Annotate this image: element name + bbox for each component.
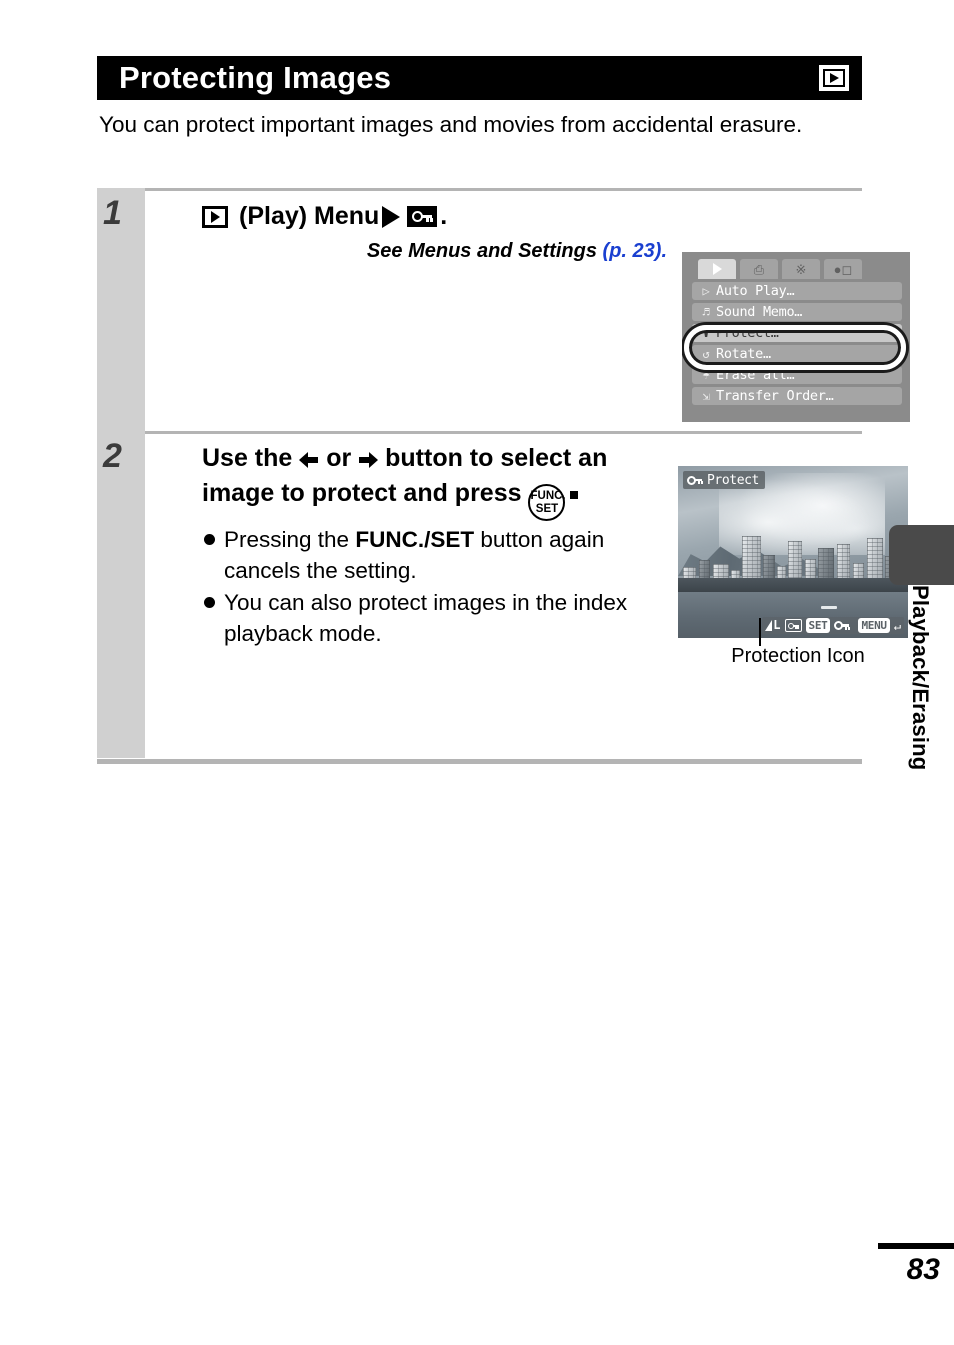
auto-play-icon: ▷	[702, 284, 710, 298]
camera-menu-screenshot: ⎙ ※ ●◻ ▷ Auto Play… ♬ Sound Memo… ⚰ Prot…	[682, 252, 910, 422]
step-1-heading: (Play) Menu .	[202, 202, 447, 231]
heading-period-square	[570, 491, 579, 499]
step-1-number-column: 1	[97, 188, 145, 431]
camera-tab-my-camera[interactable]: ●◻	[824, 259, 862, 279]
protection-icon	[784, 619, 802, 632]
reference-page-link[interactable]: (p. 23).	[603, 240, 667, 262]
page-title-bar: Protecting Images	[97, 56, 862, 100]
transfer-order-icon: ⇲	[702, 389, 710, 403]
step-2-number-column: 2	[97, 431, 145, 758]
list-item: You can also protect images in the index…	[202, 587, 672, 649]
camera-menu-item-rotate[interactable]: ↺ Rotate…	[692, 345, 902, 363]
step-2-number: 2	[103, 437, 122, 475]
step-1-reference: See Menus and Settings (p. 23).	[145, 240, 667, 263]
step-1-heading-period: .	[440, 202, 448, 230]
menu-button-label: MENU	[858, 618, 890, 633]
bullet-dot-icon	[204, 597, 215, 608]
step-1: 1 (Play) Menu . See Menus and Settings (…	[97, 188, 910, 431]
intro-paragraph: You can protect important images and mov…	[99, 112, 803, 137]
step-1-body: (Play) Menu . See Menus and Settings (p.…	[145, 188, 910, 431]
camera-lcd-screenshot: Protect L SET MENU ↵	[678, 466, 908, 638]
side-tab-marker	[889, 525, 954, 585]
protect-key-icon	[834, 621, 850, 630]
camera-menu-item-protect[interactable]: ⚰ Protect…	[692, 324, 902, 342]
lcd-protect-tag-label: Protect	[707, 472, 759, 488]
set-button-label: SET	[805, 618, 831, 633]
camera-menu-item-label: Sound Memo…	[716, 304, 803, 320]
erase-all-icon: ☂	[702, 368, 710, 382]
page-title: Protecting Images	[119, 60, 392, 95]
camera-menu-item-label: Transfer Order…	[716, 388, 834, 404]
bullet-text-before: You can also protect images in the index…	[224, 590, 628, 646]
arrow-left-icon	[299, 452, 319, 468]
camera-menu-item-transfer-order[interactable]: ⇲ Transfer Order…	[692, 387, 902, 405]
reference-text: See Menus and Settings	[366, 240, 597, 262]
arrow-right-icon	[358, 452, 379, 468]
step-1-heading-text: (Play) Menu	[239, 202, 380, 230]
camera-menu-item-sound-memo[interactable]: ♬ Sound Memo…	[692, 303, 902, 321]
skyline-region	[678, 518, 908, 587]
camera-menu-item-auto-play[interactable]: ▷ Auto Play…	[692, 282, 902, 300]
triangle-right-icon	[382, 205, 401, 228]
protect-key-icon	[687, 475, 703, 485]
func-set-button-icon: FUNC. SET	[528, 484, 566, 521]
camera-menu-item-label: Auto Play…	[716, 283, 795, 299]
camera-menu-item-label: Rotate…	[716, 346, 771, 362]
camera-menu-item-label: Erase all…	[716, 367, 795, 383]
side-tab-label: Playback/Erasing	[908, 585, 933, 771]
callout-leader-line	[759, 618, 761, 646]
camera-menu-list: ▷ Auto Play… ♬ Sound Memo… ⚰ Protect… ↺ …	[692, 282, 902, 408]
bullet-text-before: Pressing the	[224, 527, 356, 552]
camera-tab-play[interactable]	[698, 259, 736, 279]
boat	[820, 605, 837, 609]
steps-container: 1 (Play) Menu . See Menus and Settings (…	[97, 188, 910, 758]
rotate-icon: ↺	[702, 347, 710, 361]
camera-menu-item-label: Protect…	[716, 325, 779, 341]
protect-key-icon: ⚰	[702, 326, 710, 340]
step-2: 2 Use the or button to select an image t…	[97, 431, 908, 758]
steps-bottom-rule	[97, 759, 862, 764]
step-1-number: 1	[103, 194, 122, 232]
bullet-dot-icon	[204, 534, 215, 545]
func-set-line1: FUNC.	[530, 490, 566, 502]
func-set-line2: SET	[535, 503, 559, 515]
list-item: Pressing the FUNC./SET button again canc…	[202, 524, 672, 586]
protect-key-icon	[407, 206, 438, 227]
step-2-bullets: Pressing the FUNC./SET button again canc…	[202, 524, 672, 650]
lcd-status-bar: L SET MENU ↵	[762, 617, 904, 634]
lcd-protect-tag: Protect	[683, 471, 765, 489]
treeline-region	[678, 577, 908, 592]
step-2-heading-part1: Use the	[202, 444, 293, 472]
camera-tab-print[interactable]: ⎙	[740, 259, 778, 279]
camera-menu-item-erase-all[interactable]: ☂ Erase all…	[692, 366, 902, 384]
step-2-heading-or: or	[326, 444, 352, 472]
play-mode-icon	[202, 205, 228, 228]
camera-tab-setup[interactable]: ※	[782, 259, 820, 279]
step-2-heading: Use the or button to select an image to …	[202, 441, 672, 521]
image-quality-icon: L	[765, 618, 781, 632]
step-2-body: Use the or button to select an image to …	[145, 431, 908, 758]
callout-label: Protection Icon	[731, 645, 865, 667]
page-number: 83	[906, 1253, 940, 1286]
image-size-label: L	[773, 618, 781, 632]
camera-menu-tabs: ⎙ ※ ●◻	[698, 259, 862, 279]
footer-rule	[878, 1243, 954, 1249]
play-mode-icon	[819, 65, 849, 91]
sound-memo-icon: ♬	[702, 305, 710, 319]
bullet-text-bold: FUNC./SET	[355, 527, 475, 552]
